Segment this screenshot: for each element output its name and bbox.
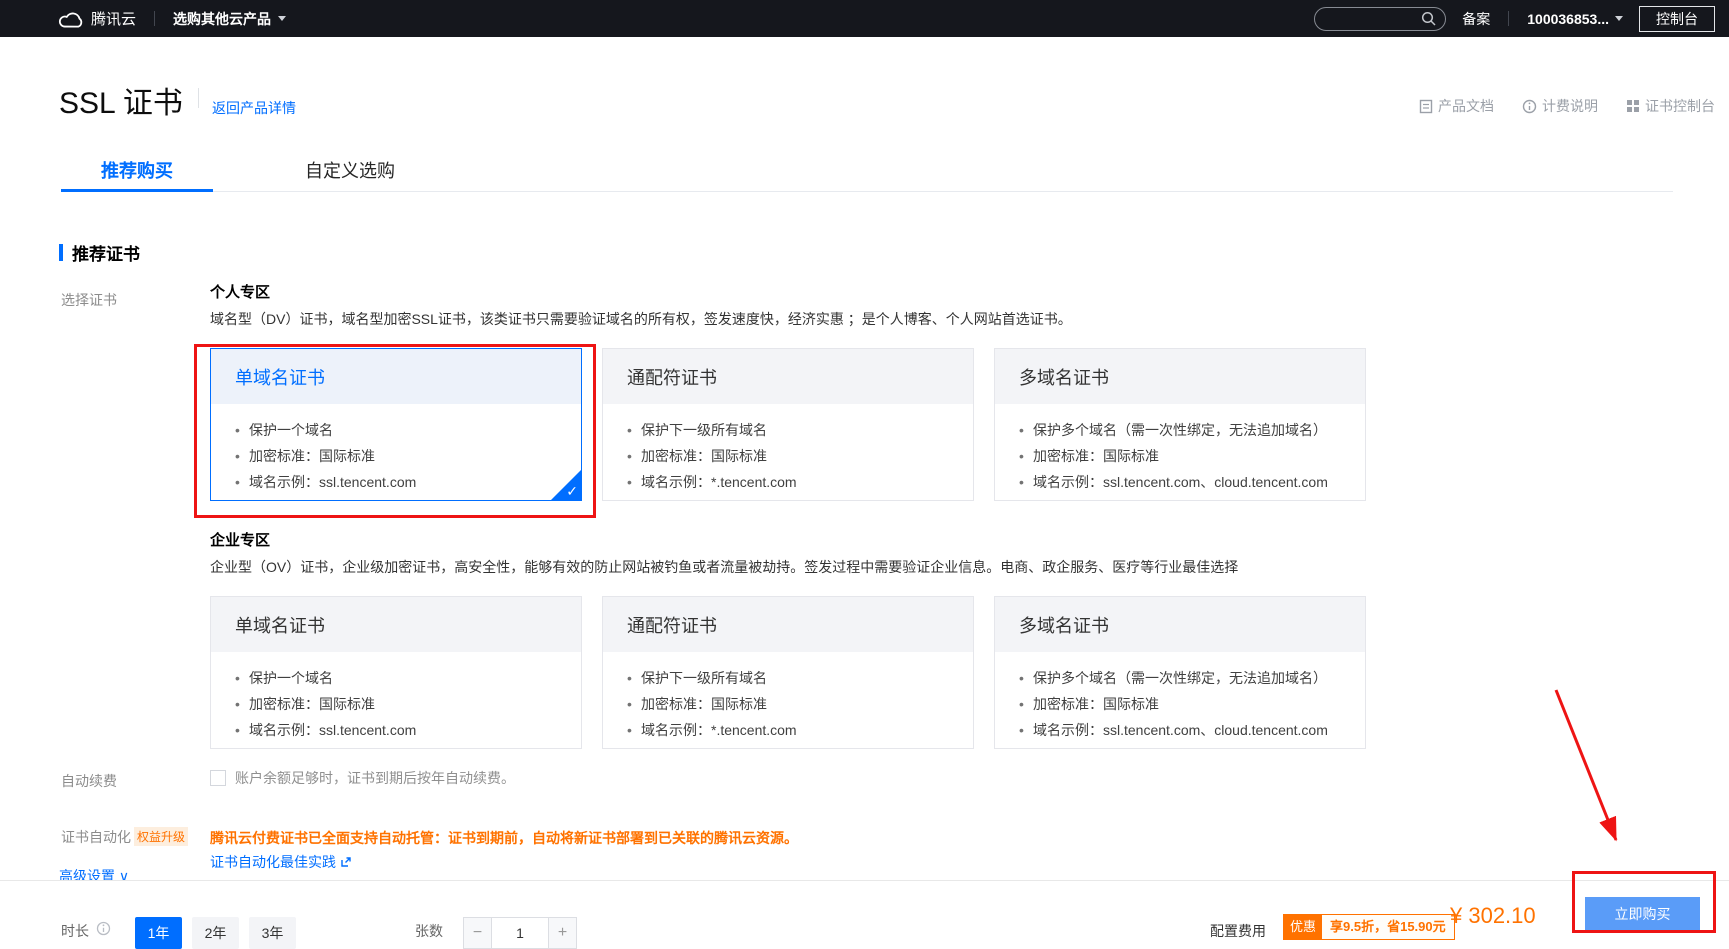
- quantity-minus-button[interactable]: −: [464, 918, 492, 948]
- card-title: 多域名证书: [1019, 612, 1109, 638]
- card-title: 通配符证书: [627, 364, 717, 390]
- personal-zone-desc: 域名型（DV）证书，域名型加密SSL证书，该类证书只需要验证域名的所有权，签发速…: [210, 309, 1072, 329]
- back-to-product-link[interactable]: 返回产品详情: [212, 98, 296, 118]
- upgrade-badge: 权益升级: [134, 827, 188, 846]
- nav-divider: [154, 11, 155, 26]
- card-title: 单域名证书: [235, 612, 325, 638]
- card-bullet: 保护一个域名: [235, 665, 557, 691]
- card-bullet: 保护下一级所有域名: [627, 417, 949, 443]
- purchase-tabs: 推荐购买 自定义选购: [61, 158, 1673, 192]
- billing-info-label: 计费说明: [1542, 96, 1598, 116]
- automation-link-label: 证书自动化最佳实践: [210, 852, 336, 872]
- card-bullet: 加密标准：国际标准: [627, 691, 949, 717]
- section-accent-bar: [59, 244, 63, 261]
- total-price: ¥ 302.10: [1450, 903, 1536, 929]
- card-personal-wildcard[interactable]: 通配符证书 保护下一级所有域名 加密标准：国际标准 域名示例：*.tencent…: [602, 348, 974, 501]
- card-bullet: 保护多个域名（需一次性绑定，无法追加域名）: [1019, 665, 1341, 691]
- card-enterprise-wildcard[interactable]: 通配符证书 保护下一级所有域名 加密标准：国际标准 域名示例：*.tencent…: [602, 596, 974, 749]
- nav-divider: [1508, 11, 1509, 26]
- check-icon: ✓: [566, 483, 578, 500]
- other-products-label: 选购其他云产品: [173, 9, 271, 29]
- grid-icon: [1626, 99, 1640, 113]
- product-doc-link[interactable]: 产品文档: [1419, 96, 1494, 116]
- console-button[interactable]: 控制台: [1639, 6, 1715, 32]
- card-bullet: 域名示例：ssl.tencent.com、cloud.tencent.com: [1019, 469, 1341, 495]
- discount-tag: 优惠: [1284, 915, 1322, 939]
- search-icon[interactable]: [1421, 11, 1437, 27]
- term-3year-button[interactable]: 3年: [249, 917, 296, 949]
- card-bullet: 域名示例：*.tencent.com: [627, 469, 949, 495]
- discount-badge: 优惠 享9.5折，省15.90元: [1283, 914, 1455, 940]
- quantity-stepper: − 1 +: [463, 917, 577, 949]
- tab-custom[interactable]: 自定义选购: [285, 158, 415, 192]
- enterprise-zone-title: 企业专区: [210, 529, 270, 550]
- quantity-plus-button[interactable]: +: [548, 918, 576, 948]
- duration-label: 时长: [61, 921, 89, 941]
- tab-recommended[interactable]: 推荐购买: [61, 158, 213, 192]
- fee-label: 配置费用: [1210, 921, 1266, 941]
- info-circle-icon: [1522, 99, 1537, 114]
- title-divider: [198, 88, 199, 108]
- chevron-down-icon: [278, 16, 286, 21]
- card-bullet: 保护多个域名（需一次性绑定，无法追加域名）: [1019, 417, 1341, 443]
- enterprise-zone-desc: 企业型（OV）证书，企业级加密证书，高安全性，能够有效的防止网站被钓鱼或者流量被…: [210, 557, 1238, 577]
- purchase-bar: 时长 1年 2年 3年 张数 − 1 + 配置费用 优惠 享9.5折，省15.9…: [0, 880, 1729, 937]
- automation-best-practice-link[interactable]: 证书自动化最佳实践: [210, 852, 352, 872]
- card-personal-multi-domain[interactable]: 多域名证书 保护多个域名（需一次性绑定，无法追加域名） 加密标准：国际标准 域名…: [994, 348, 1366, 501]
- page-title: SSL 证书: [59, 78, 183, 122]
- document-icon: [1419, 99, 1433, 114]
- term-1year-button[interactable]: 1年: [135, 917, 182, 949]
- term-2year-button[interactable]: 2年: [192, 917, 239, 949]
- account-menu[interactable]: 100036853...: [1527, 11, 1623, 27]
- card-title: 单域名证书: [235, 364, 325, 390]
- duration-info-icon[interactable]: [96, 921, 111, 936]
- card-personal-single-domain[interactable]: 单域名证书 保护一个域名 加密标准：国际标准 域名示例：ssl.tencent.…: [210, 348, 582, 501]
- card-bullet: 加密标准：国际标准: [235, 443, 557, 469]
- section-title: 推荐证书: [72, 240, 140, 265]
- tencent-cloud-logo[interactable]: 腾讯云: [58, 8, 136, 29]
- auto-renew-checkbox[interactable]: [210, 770, 226, 786]
- card-bullet: 保护下一级所有域名: [627, 665, 949, 691]
- card-bullet: 域名示例：ssl.tencent.com、cloud.tencent.com: [1019, 717, 1341, 743]
- enterprise-cards-row: 单域名证书 保护一个域名 加密标准：国际标准 域名示例：ssl.tencent.…: [210, 596, 1366, 749]
- discount-text: 享9.5折，省15.90元: [1322, 915, 1454, 939]
- personal-cards-row: 单域名证书 保护一个域名 加密标准：国际标准 域名示例：ssl.tencent.…: [210, 348, 1366, 501]
- billing-info-link[interactable]: 计费说明: [1522, 96, 1598, 116]
- search-input[interactable]: [1314, 7, 1446, 31]
- top-navbar: 腾讯云 选购其他云产品 备案 100036853... 控制台: [0, 0, 1729, 37]
- other-products-menu[interactable]: 选购其他云产品: [173, 9, 286, 29]
- card-enterprise-single-domain[interactable]: 单域名证书 保护一个域名 加密标准：国际标准 域名示例：ssl.tencent.…: [210, 596, 582, 749]
- card-bullet: 加密标准：国际标准: [1019, 691, 1341, 717]
- product-doc-label: 产品文档: [1438, 96, 1494, 116]
- automation-notice: 腾讯云付费证书已全面支持自动托管：证书到期前，自动将新证书部署到已关联的腾讯云资…: [210, 828, 798, 848]
- quantity-label: 张数: [415, 921, 443, 941]
- quantity-value[interactable]: 1: [492, 918, 548, 948]
- card-bullet: 域名示例：ssl.tencent.com: [235, 469, 557, 495]
- external-link-icon: [340, 856, 352, 868]
- select-cert-label: 选择证书: [61, 290, 117, 310]
- card-bullet: 加密标准：国际标准: [1019, 443, 1341, 469]
- card-bullet: 域名示例：*.tencent.com: [627, 717, 949, 743]
- card-bullet: 保护一个域名: [235, 417, 557, 443]
- auto-renew-label: 自动续费: [61, 771, 117, 791]
- cert-console-link[interactable]: 证书控制台: [1626, 96, 1715, 116]
- card-bullet: 加密标准：国际标准: [235, 691, 557, 717]
- brand-name: 腾讯云: [91, 8, 136, 29]
- beian-link[interactable]: 备案: [1462, 9, 1490, 29]
- chevron-down-icon: [1615, 16, 1623, 21]
- card-enterprise-multi-domain[interactable]: 多域名证书 保护多个域名（需一次性绑定，无法追加域名） 加密标准：国际标准 域名…: [994, 596, 1366, 749]
- card-title: 多域名证书: [1019, 364, 1109, 390]
- card-bullet: 加密标准：国际标准: [627, 443, 949, 469]
- auto-renew-text: 账户余额足够时，证书到期后按年自动续费。: [235, 768, 515, 788]
- cert-console-label: 证书控制台: [1645, 96, 1715, 116]
- card-bullet: 域名示例：ssl.tencent.com: [235, 717, 557, 743]
- automation-label: 证书自动化: [61, 827, 131, 847]
- buy-now-button[interactable]: 立即购买: [1585, 897, 1700, 931]
- personal-zone-title: 个人专区: [210, 281, 270, 302]
- account-id: 100036853...: [1527, 11, 1609, 27]
- card-title: 通配符证书: [627, 612, 717, 638]
- cloud-logo-icon: [58, 10, 84, 28]
